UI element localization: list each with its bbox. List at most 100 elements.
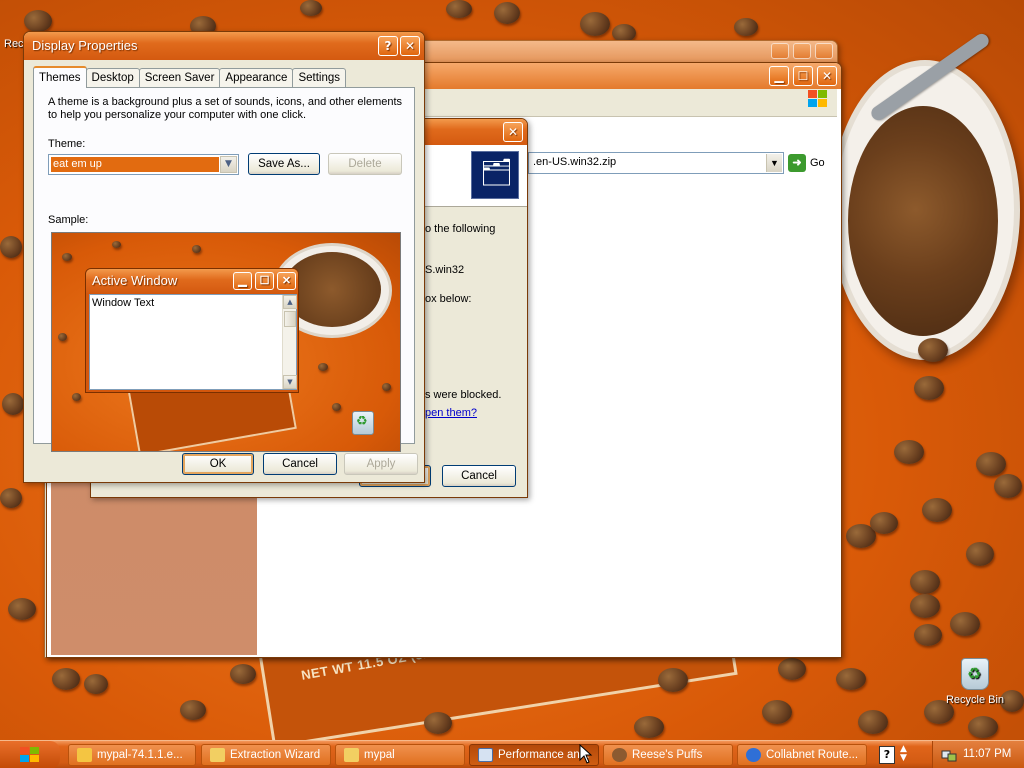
cereal-puff [446, 0, 472, 18]
go-label: Go [810, 157, 825, 169]
chevron-icon[interactable]: ▲ ▼ [900, 745, 907, 763]
tab-desktop[interactable]: Desktop [85, 68, 140, 88]
network-icon[interactable] [941, 747, 957, 763]
apply-button[interactable]: Apply [344, 453, 418, 475]
close-icon: ✕ [277, 272, 296, 290]
cereal-puff [966, 542, 994, 566]
display-properties-dialog[interactable]: Display Properties ? ✕ Themes Desktop Sc… [23, 31, 425, 483]
maximize-button[interactable] [793, 43, 811, 59]
tab-themes[interactable]: Themes [33, 66, 87, 88]
maximize-button[interactable]: ☐ [793, 66, 813, 86]
cereal-puff [230, 664, 256, 684]
start-button[interactable] [0, 741, 60, 768]
address-value: .en-US.win32.zip [533, 156, 617, 168]
wizard-cancel-button[interactable]: Cancel [442, 465, 516, 487]
folder-icon [344, 748, 359, 762]
task-label: Collabnet Route... [766, 749, 859, 761]
task-label: mypal-74.1.1.e... [97, 749, 183, 761]
system-tray: 11:07 PM [932, 741, 1024, 768]
preview-active-window-title: Active Window [92, 273, 178, 288]
taskbar-button-mypal-folder[interactable]: mypal [335, 744, 465, 766]
cereal-puff [870, 512, 898, 534]
preview-active-window: Active Window ▁ ☐ ✕ Window Text ▲ ▼ [85, 268, 299, 393]
tab-settings[interactable]: Settings [292, 68, 347, 88]
theme-sample-preview: Active Window ▁ ☐ ✕ Window Text ▲ ▼ [51, 232, 401, 452]
cereal-puff [994, 474, 1022, 498]
ok-button[interactable]: OK [182, 453, 254, 475]
cereal-puff [8, 598, 36, 620]
tab-appearance[interactable]: Appearance [219, 68, 294, 88]
sample-label: Sample: [48, 214, 89, 226]
go-button[interactable]: ➜ Go [788, 154, 836, 174]
cereal-puff [424, 712, 452, 734]
cereal-puff [918, 338, 948, 362]
cancel-button[interactable]: Cancel [263, 453, 337, 475]
cereal-puff [950, 612, 980, 636]
wizard-text-following: o the following [425, 223, 496, 235]
cereal-puff [24, 10, 52, 32]
taskbar-button-extraction-wizard[interactable]: Extraction Wizard [201, 744, 331, 766]
close-button[interactable]: ✕ [503, 122, 523, 142]
dialog-title: Display Properties [32, 38, 138, 53]
chevron-down-icon[interactable]: ▼ [766, 154, 782, 172]
cereal-puff [968, 716, 998, 738]
recycle-bin-desktop-icon[interactable]: Recycle Bin [944, 658, 1006, 706]
windows-flag-icon [20, 747, 40, 763]
help-icon[interactable]: ? [879, 746, 895, 764]
preview-active-window-titlebar: Active Window ▁ ☐ ✕ [86, 269, 298, 293]
taskbar-button-collabnet[interactable]: Collabnet Route... [737, 744, 867, 766]
preview-scrollbar: ▲ ▼ [282, 295, 297, 389]
wizard-text-box-below: ox below: [425, 293, 472, 305]
cereal-puff [922, 498, 952, 522]
taskbar-button-mypal-installer[interactable]: mypal-74.1.1.e... [68, 744, 196, 766]
performance-icon [478, 748, 493, 762]
cereal-puff [836, 668, 866, 690]
delete-button[interactable]: Delete [328, 153, 402, 175]
scroll-thumb [284, 311, 296, 327]
close-button[interactable]: ✕ [400, 36, 420, 56]
go-arrow-icon: ➜ [788, 154, 806, 172]
cereal-puff [910, 570, 940, 594]
themes-description: A theme is a background plus a set of so… [48, 96, 403, 121]
taskbar-button-reeses-puffs[interactable]: Reese's Puffs [603, 744, 733, 766]
wizard-text-blocked: s were blocked. [425, 389, 502, 401]
chevron-down-icon[interactable]: ▼ [220, 156, 237, 173]
cereal-puff [910, 594, 940, 618]
recycle-bin-label: Recycle Bin [945, 694, 1005, 706]
wizard-text-win32: S.win32 [425, 264, 465, 276]
wizard-open-link[interactable]: pen them? [425, 407, 477, 419]
themes-tab-panel: A theme is a background plus a set of so… [33, 87, 415, 452]
tab-screen-saver[interactable]: Screen Saver [138, 68, 221, 88]
task-label: Reese's Puffs [632, 749, 703, 761]
puff-icon [612, 748, 627, 762]
cereal-puff [300, 0, 322, 16]
taskbar: mypal-74.1.1.e... Extraction Wizard mypa… [0, 740, 1024, 768]
cereal-puff [778, 658, 806, 680]
task-label: Extraction Wizard [230, 749, 321, 761]
minimize-button[interactable]: ▁ [769, 66, 789, 86]
theme-select[interactable]: eat em up ▼ [48, 154, 239, 175]
cereal-puff [84, 674, 108, 694]
cereal-puff [494, 2, 520, 24]
address-input[interactable]: .en-US.win32.zip ▼ [528, 152, 784, 174]
help-button[interactable]: ? [378, 36, 398, 56]
close-button[interactable] [815, 43, 833, 59]
folder-icon [210, 748, 225, 762]
cereal-puff [914, 376, 944, 400]
save-as-button[interactable]: Save As... [248, 153, 320, 175]
ie-browser-icon [746, 748, 761, 762]
cereal-puff [580, 12, 610, 36]
cereal-puff [894, 440, 924, 464]
clock[interactable]: 11:07 PM [963, 748, 1011, 760]
close-button[interactable]: ✕ [817, 66, 837, 86]
cereal-puff [634, 716, 664, 738]
minimize-button[interactable] [771, 43, 789, 59]
cereal-bowl-graphic [830, 60, 1020, 360]
cereal-puff [734, 18, 758, 36]
tab-strip: Themes Desktop Screen Saver Appearance S… [33, 66, 347, 88]
cereal-puff [52, 668, 80, 690]
theme-select-value: eat em up [51, 157, 219, 172]
desktop-icon-partial-label[interactable]: Rec [4, 38, 24, 50]
display-properties-titlebar[interactable]: Display Properties ? ✕ [24, 32, 424, 60]
cereal-puff [914, 624, 942, 646]
